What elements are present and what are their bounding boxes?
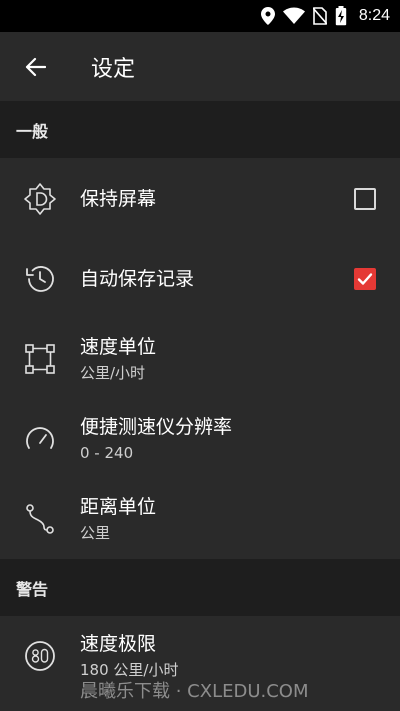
setting-label: 自动保存记录 <box>80 268 195 290</box>
setting-speedometer-resolution[interactable]: 便捷测速仪分辨率 0 - 240 <box>0 399 400 479</box>
status-bar: 8:24 <box>0 0 400 32</box>
wifi-icon <box>282 7 305 24</box>
speedometer-icon <box>22 421 58 457</box>
auto-save-checkbox[interactable] <box>354 268 376 290</box>
check-icon <box>357 273 373 285</box>
setting-label: 便捷测速仪分辨率 <box>80 416 233 438</box>
setting-label: 距离单位 <box>80 496 157 518</box>
battery-charging-icon <box>335 6 347 26</box>
keep-screen-checkbox[interactable] <box>354 188 376 210</box>
section-header-warning: 警告 <box>0 559 400 616</box>
setting-speed-unit[interactable]: 速度单位 公里/小时 <box>0 319 400 399</box>
transform-frame-icon <box>22 341 58 377</box>
no-sim-icon <box>312 7 327 25</box>
setting-keep-screen[interactable]: 保持屏幕 <box>0 159 400 239</box>
setting-value: 0 - 240 <box>80 444 134 462</box>
history-icon <box>22 261 58 297</box>
brightness-auto-icon <box>22 181 58 217</box>
setting-auto-save[interactable]: 自动保存记录 <box>0 239 400 319</box>
setting-label: 速度单位 <box>80 336 157 358</box>
speed-limit-80-icon <box>22 638 58 674</box>
setting-distance-unit[interactable]: 距离单位 公里 <box>0 479 400 559</box>
toolbar: 设定 <box>0 32 400 101</box>
setting-value: 公里/小时 <box>80 364 146 382</box>
setting-label: 保持屏幕 <box>80 188 157 210</box>
section-header-general: 一般 <box>0 101 400 158</box>
location-icon <box>260 7 275 25</box>
status-time: 8:24 <box>358 7 390 24</box>
back-button[interactable] <box>0 32 70 101</box>
setting-label: 速度极限 <box>80 633 157 655</box>
arrow-back-icon <box>25 57 46 76</box>
page-title: 设定 <box>91 56 136 82</box>
route-icon <box>22 501 58 537</box>
watermark: 晨曦乐下载 · CXLEDU.COM <box>80 681 309 702</box>
setting-value: 公里 <box>80 524 111 542</box>
